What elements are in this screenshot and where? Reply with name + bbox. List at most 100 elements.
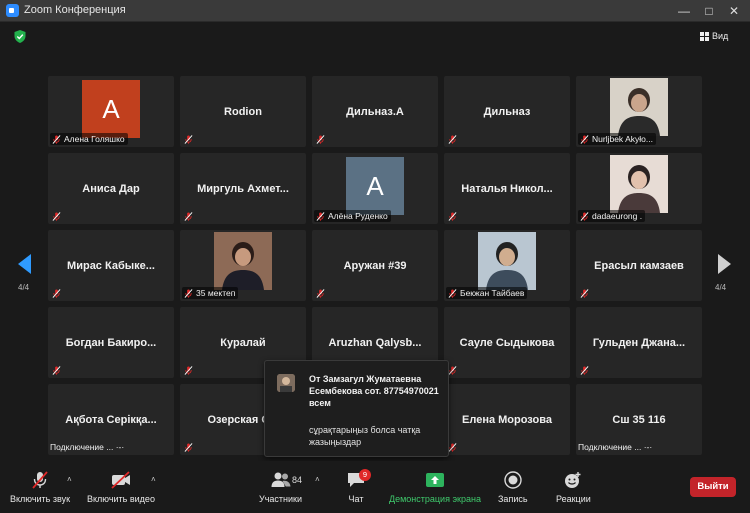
participant-caption-name: 35 мектеп: [196, 288, 236, 298]
audio-options-caret-icon[interactable]: ˄: [67, 475, 72, 484]
share-screen-label: Демонстрация экрана: [389, 494, 481, 504]
minimize-button[interactable]: —: [670, 0, 698, 22]
participant-tile[interactable]: Мирас Кабыке...: [48, 230, 174, 301]
participant-name: Елена Морозова: [462, 413, 552, 426]
participant-mute-indicator: [50, 365, 64, 376]
participant-name: Сауле Сыдыкова: [459, 336, 555, 349]
participant-video-photo: [610, 155, 668, 213]
reactions-icon: [565, 472, 581, 488]
muted-mic-icon: [316, 289, 325, 298]
participant-tile[interactable]: Дильназ: [444, 76, 570, 147]
participant-mute-indicator: [182, 211, 196, 222]
participant-tile[interactable]: Ақбота Серікқа... Подключение ... ·-·: [48, 384, 174, 455]
participant-tile[interactable]: Аниса Дар: [48, 153, 174, 224]
window-titlebar: Zoom Конференция — □ ✕: [0, 0, 750, 22]
muted-mic-icon: [316, 135, 325, 144]
participant-caption: Алёна Руденко: [314, 210, 391, 222]
participant-tile[interactable]: Наталья Никол...: [444, 153, 570, 224]
record-button[interactable]: Запись: [498, 470, 528, 504]
participant-name: Наталья Никол...: [461, 182, 553, 195]
participant-tile[interactable]: Сауле Сыдыкова: [444, 307, 570, 378]
reactions-button[interactable]: Реакции: [556, 470, 591, 504]
video-options-caret-icon[interactable]: ˄: [151, 475, 156, 484]
participant-mute-indicator: [182, 365, 196, 376]
leave-meeting-button[interactable]: Выйти: [690, 477, 736, 497]
participant-tile[interactable]: dadaeurong .: [576, 153, 702, 224]
start-video-label: Включить видео: [87, 494, 155, 504]
muted-mic-icon: [52, 366, 61, 375]
participant-video-photo: [478, 232, 536, 290]
security-shield-icon[interactable]: [14, 30, 26, 43]
participant-video-photo: [610, 78, 668, 136]
view-label: Вид: [712, 31, 729, 41]
muted-mic-icon: [184, 288, 193, 298]
participant-name: Гульден Джана...: [592, 336, 686, 349]
unmute-button[interactable]: Включить звук: [10, 470, 70, 504]
participant-tile[interactable]: Nurljbek Akyło...: [576, 76, 702, 147]
chat-notification-popup[interactable]: От Замзагул Жуматаевна Есембекова сот. 8…: [264, 360, 449, 457]
meeting-toolbar: Включить звук ˄ Включить видео ˄ Участни…: [0, 461, 750, 513]
view-button[interactable]: Вид: [700, 29, 728, 43]
participant-mute-indicator: [446, 134, 460, 145]
muted-mic-icon: [184, 135, 193, 144]
participants-label: Участники: [259, 494, 302, 504]
participant-name: Дильназ.А: [346, 105, 404, 118]
participant-tile[interactable]: Бекжан Тайбаев: [444, 230, 570, 301]
participant-mute-indicator: [50, 211, 64, 222]
muted-mic-icon: [448, 135, 457, 144]
window-title: Zoom Конференция: [24, 4, 126, 16]
participant-name: Дильназ: [483, 105, 531, 118]
participant-tile[interactable]: Аружан #39: [312, 230, 438, 301]
reactions-label: Реакции: [556, 494, 591, 504]
chat-unread-badge: 9: [359, 469, 371, 481]
participant-caption: dadaeurong .: [578, 210, 646, 222]
participant-tile[interactable]: Rodion: [180, 76, 306, 147]
participant-mute-indicator: [446, 211, 460, 222]
participants-options-caret-icon[interactable]: ˄: [315, 475, 320, 484]
participant-tile[interactable]: A Алёна Руденко: [312, 153, 438, 224]
participant-tile[interactable]: Сш 35 116 Подключение ... ·-·: [576, 384, 702, 455]
participant-tile[interactable]: 35 мектеп: [180, 230, 306, 301]
record-label: Запись: [498, 494, 528, 504]
zoom-app-icon: [6, 4, 19, 17]
muted-mic-icon: [580, 134, 589, 144]
participants-count: 84: [292, 475, 303, 485]
participant-tile[interactable]: Дильназ.А: [312, 76, 438, 147]
participant-name: Мирас Кабыке...: [67, 259, 155, 272]
maximize-button[interactable]: □: [695, 0, 723, 22]
close-button[interactable]: ✕: [720, 0, 748, 22]
page-indicator-left: 4/4: [18, 283, 30, 292]
muted-mic-icon: [52, 289, 61, 298]
share-screen-icon: [425, 473, 444, 487]
chat-message: сұрақтарыңыз болса чатқа жазыңыздар: [309, 425, 421, 447]
participant-caption: Nurljbek Akyło...: [578, 133, 656, 145]
participant-name: Rodion: [224, 105, 262, 118]
share-screen-button[interactable]: Демонстрация экрана: [389, 470, 481, 504]
participant-tile[interactable]: Елена Морозова: [444, 384, 570, 455]
participant-mute-indicator: [182, 134, 196, 145]
next-page-arrow-icon[interactable]: [717, 254, 731, 274]
muted-mic-icon: [448, 288, 457, 298]
microphone-muted-icon: [32, 471, 48, 489]
participant-name: Aruzhan Qalysb...: [328, 336, 422, 349]
participant-name: Ерасыл камзаев: [594, 259, 684, 272]
participant-caption-name: Nurljbek Akyło...: [592, 134, 653, 144]
participant-tile[interactable]: Ерасыл камзаев: [576, 230, 702, 301]
muted-mic-icon: [448, 212, 457, 221]
participant-tile[interactable]: A Алена Голяшко: [48, 76, 174, 147]
start-video-button[interactable]: Включить видео: [87, 470, 155, 504]
participant-tile[interactable]: Миргуль Ахмет...: [180, 153, 306, 224]
participant-mute-indicator: [578, 288, 592, 299]
muted-mic-icon: [52, 134, 61, 144]
video-off-icon: [111, 471, 130, 489]
muted-mic-icon: [184, 443, 193, 452]
participant-mute-indicator: [182, 442, 196, 453]
participant-video-photo: [214, 232, 272, 290]
participant-caption-name: Алёна Руденко: [328, 211, 388, 221]
participant-tile[interactable]: Богдан Бакиро...: [48, 307, 174, 378]
participant-tile[interactable]: Гульден Джана...: [576, 307, 702, 378]
participant-caption-name: Алена Голяшко: [64, 134, 125, 144]
participant-mute-indicator: [50, 288, 64, 299]
page-indicator-right: 4/4: [715, 283, 727, 292]
previous-page-arrow-icon[interactable]: [18, 254, 32, 274]
